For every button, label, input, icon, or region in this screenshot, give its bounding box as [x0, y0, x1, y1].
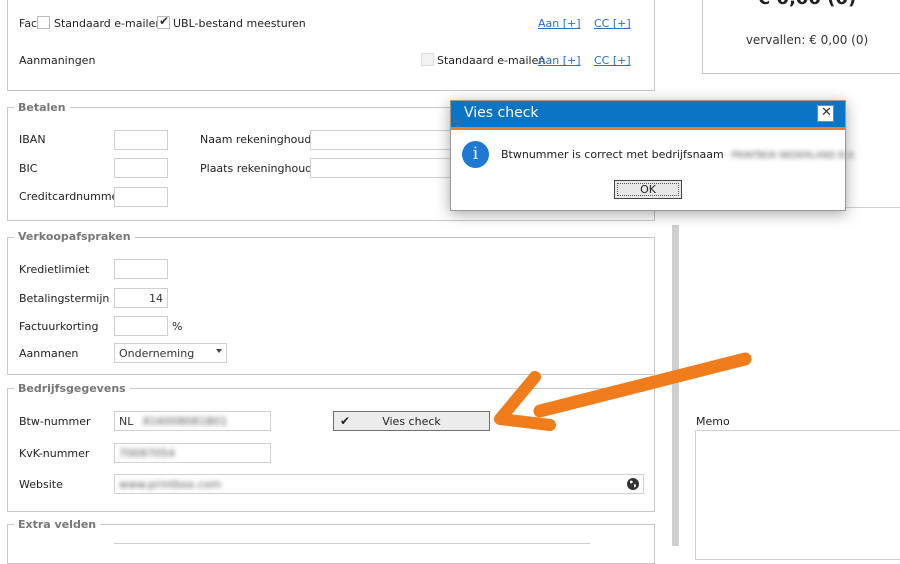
facturatie-panel	[7, 0, 655, 91]
info-icon: i	[462, 141, 489, 168]
iban-label: IBAN	[19, 133, 46, 146]
bedrijfsgegevens-legend: Bedrijfsgegevens	[14, 382, 130, 395]
website-value: www.printbox.com	[119, 478, 222, 491]
kvk-nummer-label: KvK-nummer	[19, 447, 90, 460]
aanmanen-value: Onderneming	[119, 347, 195, 360]
aanmaningen-cc-link[interactable]: CC [+]	[594, 54, 631, 67]
dialog-company-name: PRINTBOX NEDERLAND B.V.	[731, 151, 856, 161]
factuur-standaard-email-label: Standaard e-mailen	[54, 17, 163, 30]
betalingstermijn-label: Betalingstermijn	[19, 292, 110, 305]
betalingstermijn-input[interactable]: 14	[114, 288, 168, 308]
kvk-value: 70097054	[119, 447, 175, 460]
betalingstermijn-value: 14	[149, 292, 163, 305]
bic-label: BIC	[19, 162, 38, 175]
creditcard-input[interactable]	[114, 187, 168, 207]
factuurkorting-input[interactable]	[114, 316, 168, 336]
kredietlimiet-label: Kredietlimiet	[19, 263, 90, 276]
extra-velden-legend: Extra velden	[14, 518, 101, 531]
naam-rekeninghouder-input[interactable]	[310, 130, 455, 150]
memo-textarea[interactable]	[695, 430, 900, 560]
vies-check-button[interactable]: ✔ Vies check	[333, 411, 490, 431]
aanmaningen-standaard-email-checkbox[interactable]	[421, 53, 434, 66]
website-label: Website	[19, 478, 63, 491]
ubl-bestand-checkbox[interactable]: ✔	[157, 14, 170, 29]
vies-check-dialog: Vies check ✕ i Btwnummer is correct met …	[450, 100, 855, 211]
factuur-cc-link[interactable]: CC [+]	[594, 17, 631, 30]
betalen-legend: Betalen	[14, 101, 70, 114]
dialog-accent-bar	[451, 127, 845, 130]
percent-sign: %	[172, 320, 183, 333]
aanmaningen-aan-link[interactable]: Aan [+]	[538, 54, 581, 67]
website-input[interactable]: www.printbox.com	[114, 474, 644, 494]
checkmark-icon: ✔	[159, 14, 170, 28]
orange-arrow-head	[494, 371, 556, 431]
dropdown-arrow-icon	[216, 349, 222, 353]
btw-prefix: NL	[119, 415, 134, 428]
dialog-message: Btwnummer is correct met bedrijfsnaam PR…	[501, 148, 855, 161]
aanmanen-label: Aanmanen	[19, 347, 79, 360]
verkoopafspraken-legend: Verkoopafspraken	[14, 230, 135, 243]
kredietlimiet-input[interactable]	[114, 259, 168, 279]
kvk-nummer-input[interactable]: 70097054	[114, 443, 271, 463]
btw-nummer-label: Btw-nummer	[19, 415, 91, 428]
btw-nummer-input[interactable]: NL 816008081B01	[114, 411, 271, 431]
dialog-close-button[interactable]: ✕	[817, 105, 834, 122]
ubl-bestand-label: UBL-bestand meesturen	[173, 17, 306, 30]
dialog-message-text: Btwnummer is correct met bedrijfsnaam	[501, 148, 724, 161]
orange-arrow	[494, 352, 752, 431]
factuur-label: Fac	[19, 17, 38, 30]
vies-check-label: Vies check	[382, 415, 441, 428]
aanmanen-select[interactable]: Onderneming	[114, 343, 227, 363]
factuurkorting-label: Factuurkorting	[19, 320, 99, 333]
globe-icon[interactable]	[627, 478, 639, 490]
close-icon: ✕	[821, 105, 832, 120]
btw-value: 816008081B01	[142, 415, 228, 428]
dialog-ok-button[interactable]: OK	[614, 180, 682, 199]
bic-input[interactable]	[114, 158, 168, 178]
dialog-title: Vies check	[464, 105, 539, 121]
summary-amount: € 0,00 (0)	[702, 0, 900, 9]
aanmaningen-standaard-email-label: Standaard e-mailen	[437, 54, 546, 67]
orange-arrow-shaft	[533, 352, 752, 418]
dialog-title-bar: Vies check ✕	[451, 101, 845, 127]
plaats-rekeninghouder-input[interactable]	[310, 158, 455, 178]
summary-vervallen: vervallen: € 0,00 (0)	[745, 33, 869, 47]
factuur-aan-link[interactable]: Aan [+]	[538, 17, 581, 30]
factuur-standaard-email-checkbox[interactable]	[37, 16, 50, 29]
ok-label: OK	[640, 183, 656, 196]
plaats-rekeninghouder-label: Plaats rekeninghouder	[200, 162, 324, 175]
iban-input[interactable]	[114, 130, 168, 150]
extra-velden-field[interactable]	[114, 543, 590, 547]
aanmaningen-label: Aanmaningen	[19, 54, 96, 67]
naam-rekeninghouder-label: Naam rekeninghouder	[200, 133, 323, 146]
creditcard-label: Creditcardnummer	[19, 190, 123, 203]
